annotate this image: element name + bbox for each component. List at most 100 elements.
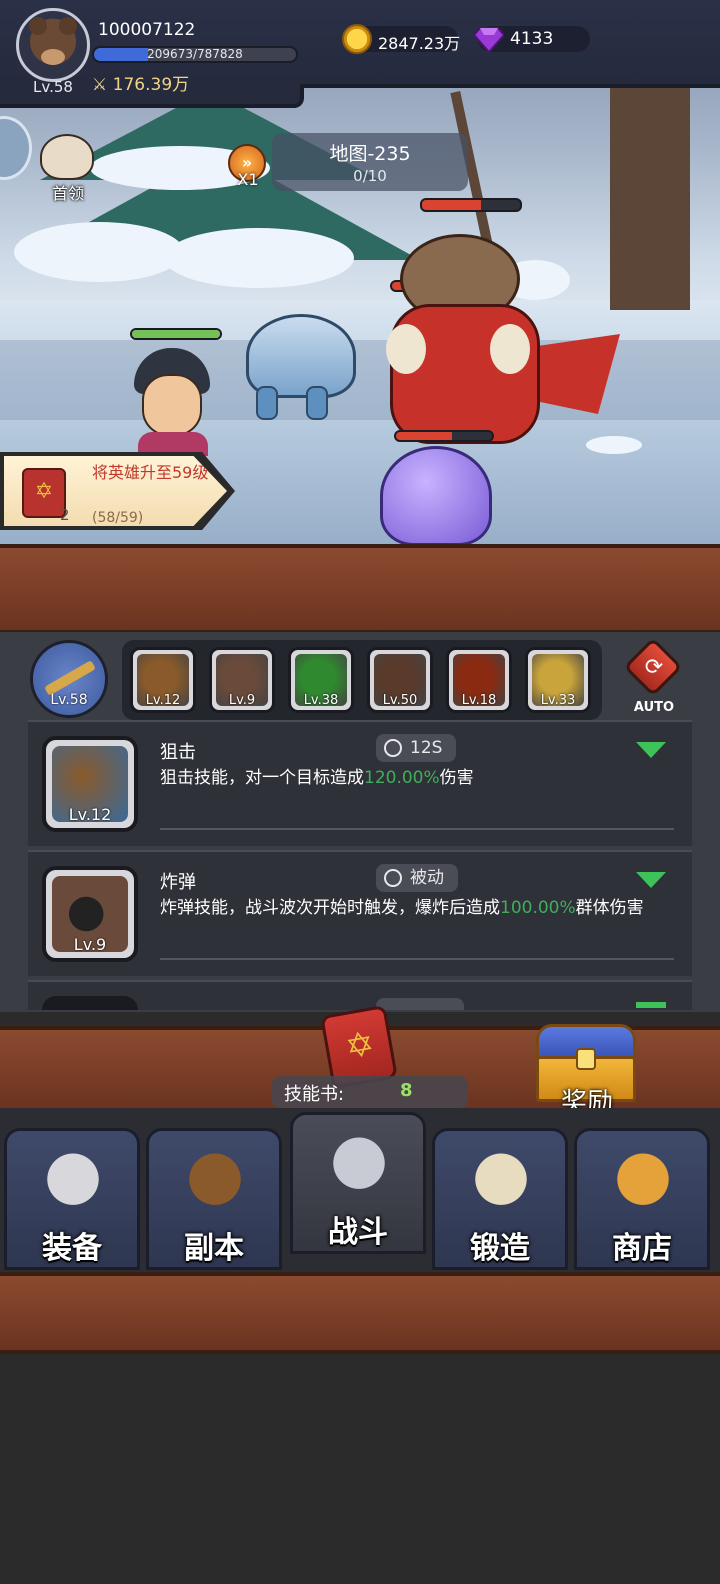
- gold-coin-icon: [342, 24, 372, 54]
- quest-banner-body: ✡ 2 将英雄升至59级 (58/59): [4, 456, 227, 526]
- avatar[interactable]: [16, 8, 90, 82]
- skill-slot[interactable]: Lv.9: [209, 647, 275, 713]
- tree-trunk: [610, 80, 690, 310]
- quest-progress: (58/59): [92, 510, 144, 526]
- purple-slime-enemy: [380, 446, 492, 546]
- quest-reward-count: 2: [60, 506, 70, 524]
- skill-book-count: 8: [400, 1080, 413, 1101]
- exp-text: 209673/787828: [147, 47, 243, 61]
- nav-helmet[interactable]: 装备: [4, 1128, 140, 1270]
- minotaur-boss-enemy: [360, 224, 620, 464]
- wood-divider: [0, 544, 720, 634]
- desc-text: 炸弹技能，战斗波次开始时触发，爆炸后造成: [160, 898, 500, 918]
- combat-power: ⚔ 176.39万: [92, 70, 189, 95]
- skill-card[interactable]: Lv.9 炸弹 被动 炸弹技能，战斗波次开始时触发，爆炸后造成100.00%群体…: [28, 850, 692, 976]
- skill-card-icon: Lv.9: [42, 866, 138, 962]
- card-divider: [160, 828, 674, 830]
- clock-icon: [384, 739, 402, 757]
- skill-cooldown: 被动: [376, 864, 458, 892]
- cooldown-value: 12S: [410, 738, 443, 758]
- nav-label: 商店: [612, 1231, 672, 1266]
- wave-progress: 0/10: [353, 167, 387, 185]
- ice-turtle-enemy: [236, 314, 366, 424]
- skill-card[interactable]: Lv.12 狙击 12S 狙击技能，对一个目标造成120.00%伤害: [28, 720, 692, 846]
- purple-gem-icon: [474, 27, 504, 52]
- skill-slot[interactable]: Lv.38: [288, 647, 354, 713]
- nav-label: 锻造: [470, 1231, 530, 1266]
- shop-icon: [605, 1145, 681, 1221]
- skill-card-icon: Lv.12: [42, 736, 138, 832]
- card-divider: [160, 958, 674, 960]
- combat-power-value: 176.39万: [112, 75, 190, 95]
- bear-ear: [59, 17, 77, 35]
- bear-snout: [41, 49, 65, 65]
- desc-value: 100.00%: [500, 898, 576, 918]
- nav-forge-scroll[interactable]: 锻造: [432, 1128, 568, 1270]
- chevron-down-icon[interactable]: [636, 1002, 666, 1008]
- snow-mound: [164, 228, 354, 288]
- skill-book-label: 技能书:: [284, 1084, 345, 1105]
- auto-label: AUTO: [633, 700, 675, 715]
- skill-level: Lv.9: [73, 935, 107, 954]
- star-of-david-icon: ✡: [34, 479, 54, 504]
- boss-hp-bar: [420, 198, 522, 212]
- refresh-icon: ⟳: [644, 655, 664, 680]
- boss-skull-icon: [40, 134, 94, 180]
- skill-name: 炸弹: [160, 872, 196, 893]
- chevron-down-icon[interactable]: [636, 872, 666, 888]
- desc-text: 伤害: [439, 768, 474, 788]
- auto-skill-button[interactable]: ⟳ AUTO: [623, 637, 684, 715]
- clock-icon: [384, 869, 402, 887]
- player-level: Lv.58: [33, 78, 73, 96]
- quest-banner[interactable]: ✡ 2 将英雄升至59级 (58/59): [0, 452, 235, 530]
- desc-text: 群体伤害: [575, 898, 644, 918]
- skill-slot-level: Lv.9: [228, 693, 256, 708]
- snow-mound: [14, 222, 184, 282]
- wood-footer: [0, 1272, 720, 1354]
- gem-amount: 4133: [510, 29, 554, 49]
- player-id: 100007122: [98, 20, 196, 40]
- skill-slot-level: Lv.33: [540, 693, 576, 708]
- nav-dungeon-shield[interactable]: 副本: [146, 1128, 282, 1270]
- slime-hp-bar: [394, 430, 494, 442]
- gold-amount: 2847.23万: [378, 34, 461, 53]
- desc-value: 120.00%: [364, 768, 440, 788]
- nav-label: 装备: [42, 1231, 102, 1266]
- skill-description: 狙击技能，对一个目标造成120.00%伤害: [160, 766, 680, 790]
- weapon-level: Lv.58: [50, 692, 88, 708]
- skill-slot-level: Lv.18: [461, 693, 497, 708]
- skill-slot[interactable]: Lv.50: [367, 647, 433, 713]
- cooldown-value: 被动: [410, 868, 444, 888]
- map-info-panel: 地图-235 0/10: [272, 133, 468, 191]
- desc-text: 狙击技能，对一个目标造成: [160, 768, 364, 788]
- equipped-skill-strip: Lv.12 Lv.9 Lv.38 Lv.50 Lv.18 Lv.33: [122, 640, 602, 720]
- helmet-icon: [35, 1145, 111, 1221]
- skill-name: 狙击: [160, 742, 196, 763]
- skill-slot-level: Lv.50: [382, 693, 418, 708]
- exp-bar: 209673/787828: [92, 46, 298, 63]
- chevron-down-icon[interactable]: [636, 742, 666, 758]
- nav-label: 战斗: [328, 1215, 388, 1250]
- skill-level: Lv.12: [68, 805, 112, 824]
- map-title: 地图-235: [329, 143, 411, 165]
- hero-character: [124, 348, 224, 456]
- boss-label: 首领: [51, 184, 84, 203]
- skill-slot[interactable]: Lv.12: [130, 647, 196, 713]
- skill-slot-level: Lv.38: [303, 693, 339, 708]
- forge-scroll-icon: [463, 1145, 539, 1221]
- nav-crossed-swords[interactable]: 战斗: [290, 1112, 426, 1254]
- skill-slot[interactable]: Lv.18: [446, 647, 512, 713]
- hero-hp-bar: [130, 328, 222, 340]
- crossed-swords-icon: [321, 1129, 397, 1205]
- nav-shop[interactable]: 商店: [574, 1128, 710, 1270]
- skill-book-counter: 技能书: 8: [272, 1076, 468, 1108]
- bear-ear: [29, 17, 47, 35]
- crossed-swords-icon: ⚔: [92, 75, 108, 95]
- star-of-david-icon: ✡: [342, 1023, 378, 1069]
- speed-label: X1: [237, 170, 259, 189]
- skill-card-icon: [42, 996, 138, 1010]
- rifle-icon: [44, 660, 96, 696]
- dungeon-shield-icon: [177, 1145, 253, 1221]
- skill-description: 炸弹技能，战斗波次开始时触发，爆炸后造成100.00%群体伤害: [160, 896, 680, 920]
- skill-slot[interactable]: Lv.33: [525, 647, 591, 713]
